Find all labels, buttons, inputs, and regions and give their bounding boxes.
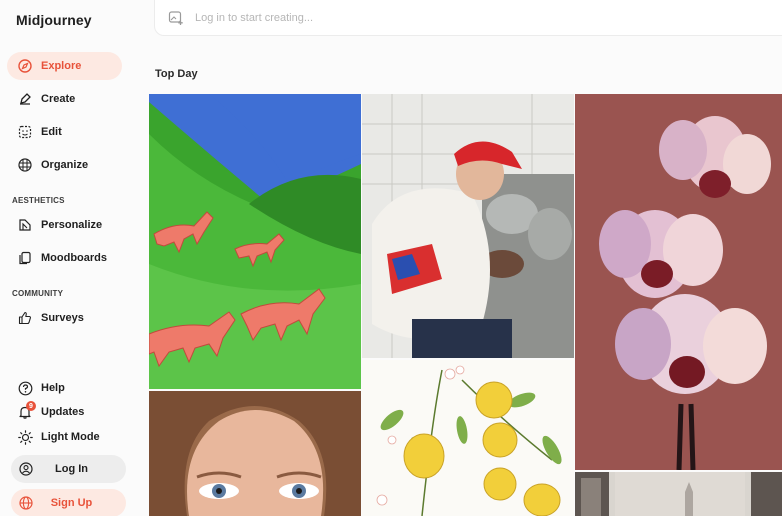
feed-image-horses[interactable] — [149, 94, 361, 389]
sun-icon — [17, 429, 33, 445]
section-community: COMMUNITY — [12, 289, 64, 298]
nav-create-label: Create — [41, 93, 76, 105]
nav-personalize[interactable]: Personalize — [7, 211, 122, 239]
nav-updates-label: Updates — [41, 406, 85, 418]
image-plus-icon[interactable] — [167, 9, 185, 27]
nav-create[interactable]: Create — [7, 85, 122, 113]
nav-updates[interactable]: 9 Updates — [7, 398, 122, 426]
nav-help-label: Help — [41, 382, 65, 394]
feed-image-orchids[interactable] — [575, 94, 782, 470]
brand-logo[interactable]: Midjourney — [16, 12, 92, 28]
login-button[interactable]: Log In — [11, 455, 126, 483]
feed-title: Top Day — [155, 68, 198, 80]
bell-icon: 9 — [17, 401, 36, 420]
feed-image-architecture[interactable] — [575, 472, 782, 516]
nav-surveys-label: Surveys — [41, 312, 84, 324]
nav-light-mode[interactable]: Light Mode — [7, 423, 122, 451]
prompt-bar[interactable]: Log in to start creating... — [154, 0, 782, 36]
section-aesthetics: AESTHETICS — [12, 196, 65, 205]
nav-light-mode-label: Light Mode — [41, 431, 100, 443]
nav-surveys[interactable]: Surveys — [7, 304, 122, 332]
personalize-icon — [17, 217, 33, 233]
nav-explore-label: Explore — [41, 60, 82, 72]
nav-edit[interactable]: Edit — [7, 118, 122, 146]
nav-organize[interactable]: Organize — [7, 151, 122, 179]
nav-moodboards[interactable]: Moodboards — [7, 244, 122, 272]
moodboards-icon — [17, 250, 33, 266]
user-icon — [18, 461, 34, 477]
prompt-placeholder: Log in to start creating... — [195, 11, 314, 24]
feed-image-cook[interactable] — [362, 94, 574, 358]
nav-organize-label: Organize — [41, 159, 89, 171]
feed-image-lemons[interactable] — [362, 360, 574, 516]
sidebar: Midjourney Explore Create Edit Organize … — [0, 0, 142, 516]
nav-personalize-label: Personalize — [41, 219, 103, 231]
globe-icon — [18, 495, 34, 511]
feed-image-portrait[interactable] — [149, 391, 361, 516]
thumbs-up-icon — [17, 310, 33, 326]
nav-edit-label: Edit — [41, 126, 62, 138]
updates-badge: 9 — [26, 401, 36, 411]
compass-icon — [17, 58, 33, 74]
edit-icon — [17, 124, 33, 140]
nav-explore[interactable]: Explore — [7, 52, 122, 80]
signup-button[interactable]: Sign Up — [11, 489, 126, 516]
grid-icon — [17, 157, 33, 173]
nav-moodboards-label: Moodboards — [41, 252, 107, 264]
brush-icon — [17, 91, 33, 107]
help-icon — [17, 380, 33, 396]
